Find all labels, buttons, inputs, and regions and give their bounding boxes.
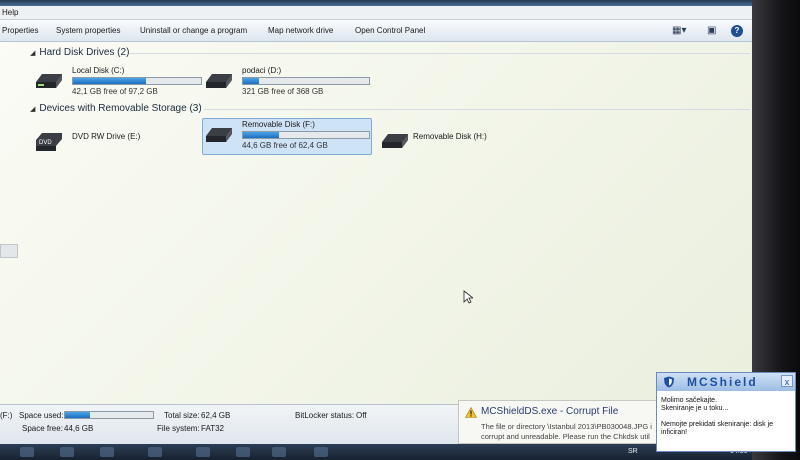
map-network-drive-button[interactable]: Map network drive [266, 20, 335, 42]
drive-free-space: 42,1 GB free of 97,2 GB [72, 87, 158, 96]
mcshield-header: MCShield x [657, 373, 795, 391]
bitlocker-value: Off [356, 411, 367, 420]
group-label: Devices with Removable Storage (3) [39, 103, 202, 114]
navigation-pane-edge[interactable] [0, 244, 18, 258]
explorer-window: Help Properties System properties Uninst… [0, 0, 760, 460]
svg-text:DVD: DVD [39, 140, 52, 146]
properties-button[interactable]: Properties [0, 20, 40, 42]
removable-disk-icon [382, 134, 408, 148]
drive-usage-bar [242, 77, 370, 85]
removable-disk-icon [206, 128, 232, 142]
drive-name: DVD RW Drive (E:) [72, 132, 141, 141]
hard-drive-icon [36, 74, 62, 88]
space-free-label: Space free: [22, 424, 63, 433]
system-properties-button[interactable]: System properties [54, 20, 122, 42]
taskbar-button[interactable] [236, 447, 250, 457]
file-system-value: FAT32 [201, 424, 224, 433]
space-used-label: Space used: [19, 411, 64, 420]
drive-d[interactable]: podaci (D:) 321 GB free of 368 GB [204, 66, 374, 100]
preview-pane-icon[interactable]: ▣ [707, 25, 716, 37]
mcshield-line: inficiran! [661, 429, 688, 436]
drive-free-space: 321 GB free of 368 GB [242, 87, 324, 96]
group-divider [204, 109, 750, 110]
menu-bar: Help [0, 6, 760, 20]
bitlocker-label: BitLocker status: [295, 411, 355, 420]
drive-name: podaci (D:) [242, 66, 282, 75]
notification-title: MCShieldDS.exe - Corrupt File [481, 406, 619, 417]
details-drive-label: (F:) [0, 411, 13, 420]
view-options-icon[interactable]: ▦▾ [672, 25, 686, 37]
language-indicator[interactable]: SR [628, 448, 638, 455]
drive-c[interactable]: Local Disk (C:) 42,1 GB free of 97,2 GB [34, 66, 204, 100]
total-size-label: Total size: [164, 411, 200, 420]
total-size-value: 62,4 GB [201, 411, 231, 420]
warning-icon [465, 407, 477, 418]
group-hard-disk-drives[interactable]: ◢ Hard Disk Drives (2) [30, 46, 129, 60]
drive-f[interactable]: Removable Disk (F:) 44,6 GB free of 62,4… [204, 120, 374, 154]
uninstall-program-button[interactable]: Uninstall or change a program [138, 20, 249, 42]
taskbar-button[interactable] [314, 447, 328, 457]
drive-name: Local Disk (C:) [72, 66, 125, 75]
menu-help[interactable]: Help [2, 8, 18, 17]
drive-name: Removable Disk (H:) [413, 132, 487, 141]
close-icon[interactable]: x [781, 375, 793, 387]
notification-message: The file or directory \Istanbul 2013\PB0… [481, 422, 652, 441]
collapse-triangle-icon[interactable]: ◢ [30, 106, 35, 113]
taskbar: SR 14:56 [0, 444, 760, 460]
taskbar-button[interactable] [20, 447, 34, 457]
drive-name: Removable Disk (F:) [242, 120, 315, 129]
dvd-drive-icon: DVD [36, 133, 62, 151]
drive-free-space: 44,6 GB free of 62,4 GB [242, 141, 328, 150]
help-icon[interactable]: ? [731, 25, 743, 37]
collapse-triangle-icon[interactable]: ◢ [30, 50, 35, 57]
hard-drive-icon [206, 74, 232, 88]
taskbar-button[interactable] [196, 447, 210, 457]
mouse-cursor-icon [463, 290, 473, 304]
space-free-value: 44,6 GB [64, 424, 94, 433]
taskbar-button[interactable] [272, 447, 286, 457]
taskbar-button[interactable] [100, 447, 114, 457]
drive-h[interactable]: Removable Disk (H:) [380, 126, 520, 160]
shield-icon [664, 376, 674, 388]
drive-usage-bar [72, 77, 202, 85]
space-used-bar [64, 411, 154, 419]
open-control-panel-button[interactable]: Open Control Panel [353, 20, 427, 42]
drive-e[interactable]: DVD DVD RW Drive (E:) [34, 126, 194, 160]
mcshield-line: Skeniranje je u toku... [661, 405, 729, 412]
mcshield-popup[interactable]: MCShield x Molimo sačekajte. Skeniranje … [656, 372, 796, 452]
taskbar-button[interactable] [148, 447, 162, 457]
mcshield-line: Nemojte prekidati skeniranje: disk je [661, 421, 774, 428]
taskbar-button[interactable] [60, 447, 74, 457]
group-label: Hard Disk Drives (2) [39, 47, 130, 58]
file-system-label: File system: [157, 424, 200, 433]
drive-usage-bar [242, 131, 370, 139]
mcshield-line: Molimo sačekajte. [661, 397, 718, 404]
group-removable-storage[interactable]: ◢ Devices with Removable Storage (3) [30, 102, 202, 116]
command-bar: Properties System properties Uninstall o… [0, 20, 760, 42]
group-divider [130, 53, 750, 54]
mcshield-title: MCShield [687, 375, 758, 389]
corrupt-file-notification[interactable]: MCShieldDS.exe - Corrupt File The file o… [458, 400, 662, 444]
